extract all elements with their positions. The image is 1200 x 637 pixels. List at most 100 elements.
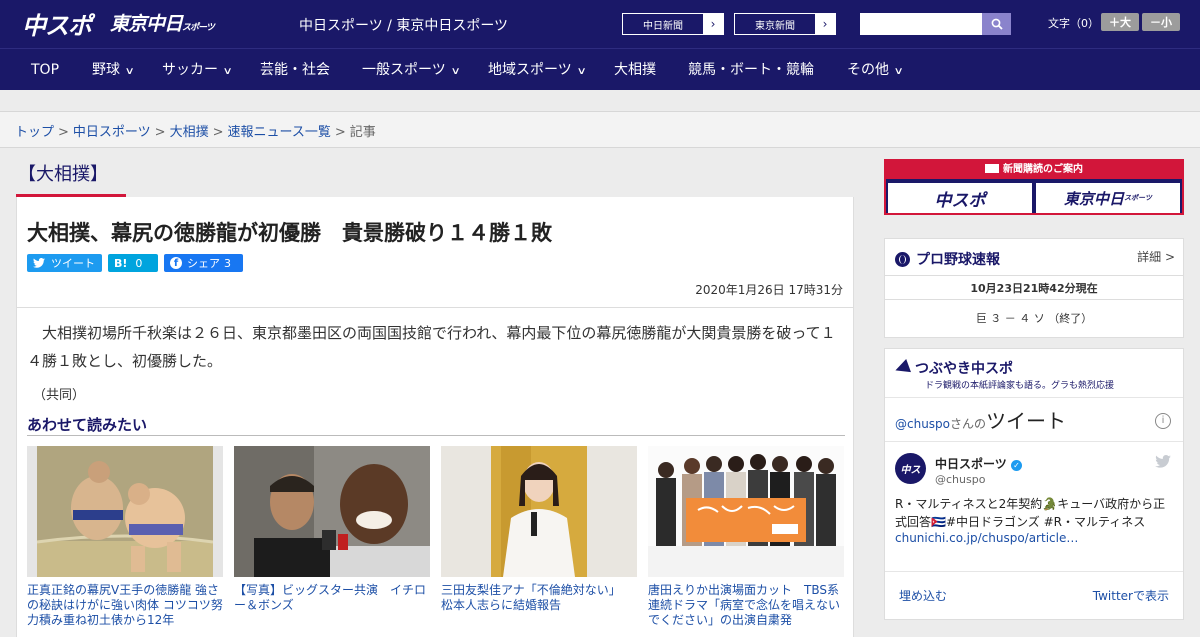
sumo-photo — [36, 446, 214, 577]
tokyo-shimbun-link[interactable]: 東京新聞 › — [734, 13, 836, 35]
tokyo-chunichi-subscribe-link[interactable]: 東京中日 スポーツ — [1036, 183, 1180, 213]
breadcrumb-link-top[interactable]: トップ — [15, 125, 54, 140]
nav-item-local-sports[interactable]: 地域スポーツ ∨ — [488, 49, 587, 91]
font-size-label: 文字（0） — [1048, 17, 1099, 30]
subscribe-tokyo-label: 東京中日 — [1064, 189, 1125, 208]
related-divider — [27, 435, 845, 436]
related-card[interactable]: 唐田えりか出演場面カット TBS系連続ドラマ「病室で念仏を唱えないでください」の… — [648, 446, 844, 628]
facebook-share-button[interactable]: f シェア 3 — [164, 254, 243, 272]
search-icon — [991, 18, 1003, 30]
chuspo-logo[interactable]: 中スポ — [22, 6, 92, 41]
avatar[interactable]: 中ス — [895, 453, 926, 484]
drama-event-photo — [648, 446, 844, 577]
timeline-handle-link[interactable]: @chuspo — [895, 417, 950, 431]
nav-item-general-sports[interactable]: 一般スポーツ ∨ — [362, 49, 461, 91]
related-heading: あわせて読みたい — [27, 416, 148, 434]
subscribe-tokyo-small: スポーツ — [1124, 194, 1152, 202]
search-button[interactable] — [982, 13, 1011, 35]
related-caption[interactable]: 三田友梨佳アナ「不倫絶対ない」 松本人志らに結婚報告 — [441, 583, 637, 613]
tweet-author[interactable]: 中日スポーツ ✓ — [935, 455, 1022, 472]
logo-secondary-small: スポーツ — [182, 23, 215, 33]
tweet-link[interactable]: chunichi.co.jp/chuspo/article… — [895, 531, 1078, 545]
nav-item-sumo[interactable]: 大相撲 — [614, 49, 656, 91]
related-caption[interactable]: 唐田えりか出演場面カット TBS系連続ドラマ「病室で念仏を唱えないでください」の… — [648, 583, 844, 628]
ext-link-label: 中日新聞 — [643, 20, 683, 32]
breadcrumb-link-sumo[interactable]: 大相撲 — [170, 125, 209, 140]
chevron-down-icon: ∨ — [450, 66, 461, 77]
nav-label: サッカー — [162, 62, 218, 78]
main-nav: TOP 野球 ∨ サッカー ∨ 芸能・社会 一般スポーツ ∨ 地域スポーツ ∨ 大相撲 … — [0, 48, 1200, 90]
site-name[interactable]: 中日スポーツ / 東京中日スポーツ — [299, 15, 508, 35]
chuspo-subscribe-link[interactable]: 中スポ — [888, 183, 1032, 213]
related-card[interactable]: 三田友梨佳アナ「不倫絶対ない」 松本人志らに結婚報告 — [441, 446, 637, 613]
breadcrumb-link-chuspo[interactable]: 中日スポーツ — [73, 125, 151, 140]
baseball-game-score[interactable]: 巨 ３ － ４ ソ （終了） — [885, 310, 1183, 326]
font-smaller-button[interactable]: －小 — [1142, 13, 1180, 31]
spacer-bar — [0, 90, 1200, 112]
twitter-panel: つぶやき中スポ ドラ観戦の本紙評論家も語る。グラも熱烈応援 @chuspoさんの… — [884, 348, 1184, 620]
nav-item-entertainment[interactable]: 芸能・社会 — [260, 49, 330, 91]
font-bigger-button[interactable]: ＋大 — [1101, 13, 1139, 31]
hatena-icon: B! — [114, 256, 128, 270]
baseball-detail-link[interactable]: 詳細 > — [1137, 248, 1175, 265]
divider — [885, 275, 1183, 276]
breadcrumb-current: 記事 — [349, 125, 376, 140]
chevron-right-icon: › — [703, 14, 723, 34]
baseball-panel-header: プロ野球速報 — [895, 249, 1000, 269]
subscription-ad[interactable]: 新聞購読のご案内 中スポ 東京中日 スポーツ — [884, 159, 1184, 215]
breadcrumb: トップ > 中日スポーツ > 大相撲 > 速報ニュース一覧 > 記事 — [0, 112, 1200, 148]
timeline-tweets-label: ツイート — [986, 409, 1067, 433]
megaphone-icon — [893, 359, 911, 377]
related-thumbnail-press — [234, 446, 430, 577]
nav-label: 芸能・社会 — [260, 62, 330, 78]
article: 大相撲、幕尻の徳勝龍が初優勝 貴景勝破り１４勝１敗 ツイート B! 0 f シェ… — [16, 197, 854, 637]
related-card[interactable]: 【写真】ビッグスター共演 イチロー＆ボンズ — [234, 446, 430, 613]
chevron-down-icon: ∨ — [222, 66, 233, 77]
article-date: 2020年1月26日 17時31分 — [695, 283, 843, 297]
breadcrumb-separator: > — [154, 125, 166, 140]
tokyo-chunichi-logo[interactable]: 東京中日スポーツ — [110, 9, 215, 36]
twitter-bird-icon — [1155, 455, 1171, 468]
related-caption[interactable]: 【写真】ビッグスター共演 イチロー＆ボンズ — [234, 583, 430, 613]
twitter-panel-header: つぶやき中スポ — [893, 358, 1013, 378]
twitter-panel-subtitle: ドラ観戦の本紙評論家も語る。グラも熱烈応援 — [925, 381, 1115, 391]
category-label: 【大相撲】 — [18, 164, 108, 185]
article-title: 大相撲、幕尻の徳勝龍が初優勝 貴景勝破り１４勝１敗 — [27, 221, 552, 245]
related-card[interactable]: 正真正銘の幕尻V王手の徳勝龍 強さの秘訣はけがに強い肉体 コツコツ努力積み重ね初… — [27, 446, 223, 628]
baseball-score-panel: プロ野球速報 詳細 > 10月23日21時42分現在 巨 ３ － ４ ソ （終了… — [884, 238, 1184, 338]
chevron-right-icon: › — [815, 14, 835, 34]
breadcrumb-separator: > — [212, 125, 224, 140]
search-input[interactable] — [860, 13, 982, 35]
announcer-photo — [441, 446, 637, 577]
tweet-author-name: 中日スポーツ — [935, 457, 1007, 471]
embed-link[interactable]: 埋め込む — [899, 587, 947, 604]
hatena-bookmark-button[interactable]: B! 0 — [108, 254, 158, 272]
twitter-panel-title: つぶやき中スポ — [915, 361, 1013, 377]
nav-item-other[interactable]: その他 ∨ — [847, 49, 904, 91]
info-icon[interactable]: i — [1155, 413, 1171, 429]
divider — [885, 397, 1183, 398]
nav-label: 競馬・ボート・競輪 — [688, 62, 814, 78]
tweet-text: R・マルティネスと2年契約🐊キューバ政府から正式回答🇨🇺#中日ドラゴンズ #R・… — [895, 497, 1166, 529]
nav-item-baseball[interactable]: 野球 ∨ — [92, 49, 135, 91]
view-on-twitter-link[interactable]: Twitterで表示 — [1093, 587, 1169, 604]
facebook-share-label: シェア — [187, 257, 220, 270]
tweet-author-handle[interactable]: @chuspo — [935, 473, 985, 486]
facebook-share-count: 3 — [224, 256, 231, 270]
newspaper-icon — [985, 164, 999, 173]
chunichi-shimbun-link[interactable]: 中日新聞 › — [622, 13, 724, 35]
nav-item-soccer[interactable]: サッカー ∨ — [162, 49, 233, 91]
tweet-button[interactable]: ツイート — [27, 254, 102, 272]
breadcrumb-link-news-list[interactable]: 速報ニュース一覧 — [228, 125, 331, 140]
divider — [17, 307, 853, 308]
verified-badge-icon: ✓ — [1010, 460, 1022, 471]
nav-item-top[interactable]: TOP — [31, 49, 59, 91]
divider — [885, 299, 1183, 300]
related-thumbnail-announcer — [441, 446, 637, 577]
facebook-icon: f — [170, 257, 182, 269]
nav-label: その他 — [847, 62, 889, 78]
related-caption[interactable]: 正真正銘の幕尻V王手の徳勝龍 強さの秘訣はけがに強い肉体 コツコツ努力積み重ね初… — [27, 583, 223, 628]
nav-label: 野球 — [92, 62, 120, 78]
nav-item-racing[interactable]: 競馬・ボート・競輪 — [688, 49, 814, 91]
nav-label: 一般スポーツ — [362, 62, 446, 78]
